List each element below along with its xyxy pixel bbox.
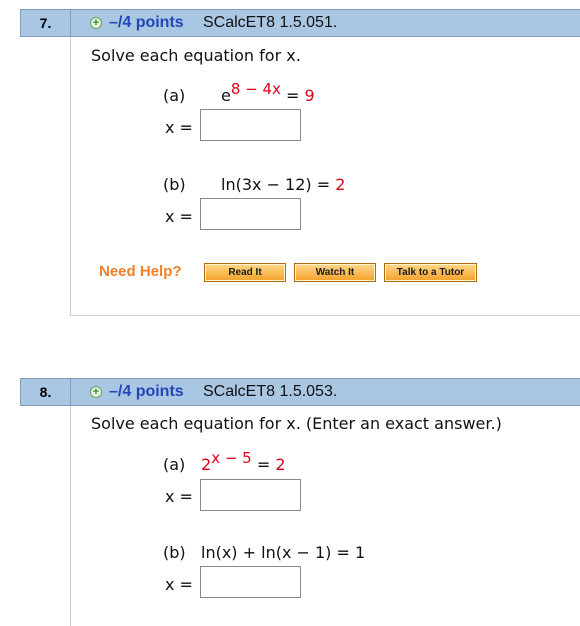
question-instruction: Solve each equation for x. (Enter an exa… <box>91 414 502 433</box>
question-number: 8. <box>21 379 71 405</box>
part-label: (a) <box>163 455 186 474</box>
eq-rhs: = <box>256 455 276 474</box>
question-7-header: 7. + –/4 points SCalcET8 1.5.051. <box>20 9 580 37</box>
points-link[interactable]: –/4 points <box>109 379 184 405</box>
eq-value: 9 <box>304 86 315 105</box>
watch-it-button[interactable]: Watch It <box>294 263 376 282</box>
eq-base: 2 <box>201 455 212 474</box>
eq-rhs: = <box>286 86 305 105</box>
part-label: (b) <box>163 543 186 562</box>
question-id: SCalcET8 1.5.053. <box>203 383 338 400</box>
answer-label: x = <box>165 207 193 226</box>
need-help-label: Need Help? <box>99 263 182 280</box>
eq-value: 2 <box>275 455 286 474</box>
eq-exp-var: x − 5 <box>211 449 252 467</box>
answer-input-7a[interactable] <box>200 109 301 141</box>
equation-7b: ln(3x − 12) = 2 <box>221 175 346 194</box>
answer-label: x = <box>165 575 193 594</box>
eq-exp-num: 8 − 4x <box>230 80 281 98</box>
answer-input-8a[interactable] <box>200 479 301 511</box>
answer-label: x = <box>165 487 193 506</box>
part-label: (a) <box>163 86 186 105</box>
question-8-header: 8. + –/4 points SCalcET8 1.5.053. <box>20 378 580 406</box>
expand-plus-icon[interactable]: + <box>90 386 102 398</box>
equation-7a: e8 − 4x = 9 <box>221 80 315 105</box>
answer-input-7b[interactable] <box>200 198 301 230</box>
answer-input-8b[interactable] <box>200 566 301 598</box>
equation-8b: ln(x) + ln(x − 1) = 1 <box>201 543 366 562</box>
talk-to-tutor-button[interactable]: Talk to a Tutor <box>384 263 477 282</box>
eq-value: 2 <box>335 175 346 194</box>
read-it-button[interactable]: Read It <box>204 263 286 282</box>
eq-base: e <box>221 86 231 105</box>
answer-label: x = <box>165 118 193 137</box>
question-instruction: Solve each equation for x. <box>91 46 301 65</box>
question-number: 7. <box>21 10 71 36</box>
expand-plus-icon[interactable]: + <box>90 17 102 29</box>
points-link[interactable]: –/4 points <box>109 10 184 36</box>
question-8-body <box>70 406 580 626</box>
part-label: (b) <box>163 175 186 194</box>
question-id: SCalcET8 1.5.051. <box>203 14 338 31</box>
equation-8a: 2x − 5 = 2 <box>201 449 286 474</box>
